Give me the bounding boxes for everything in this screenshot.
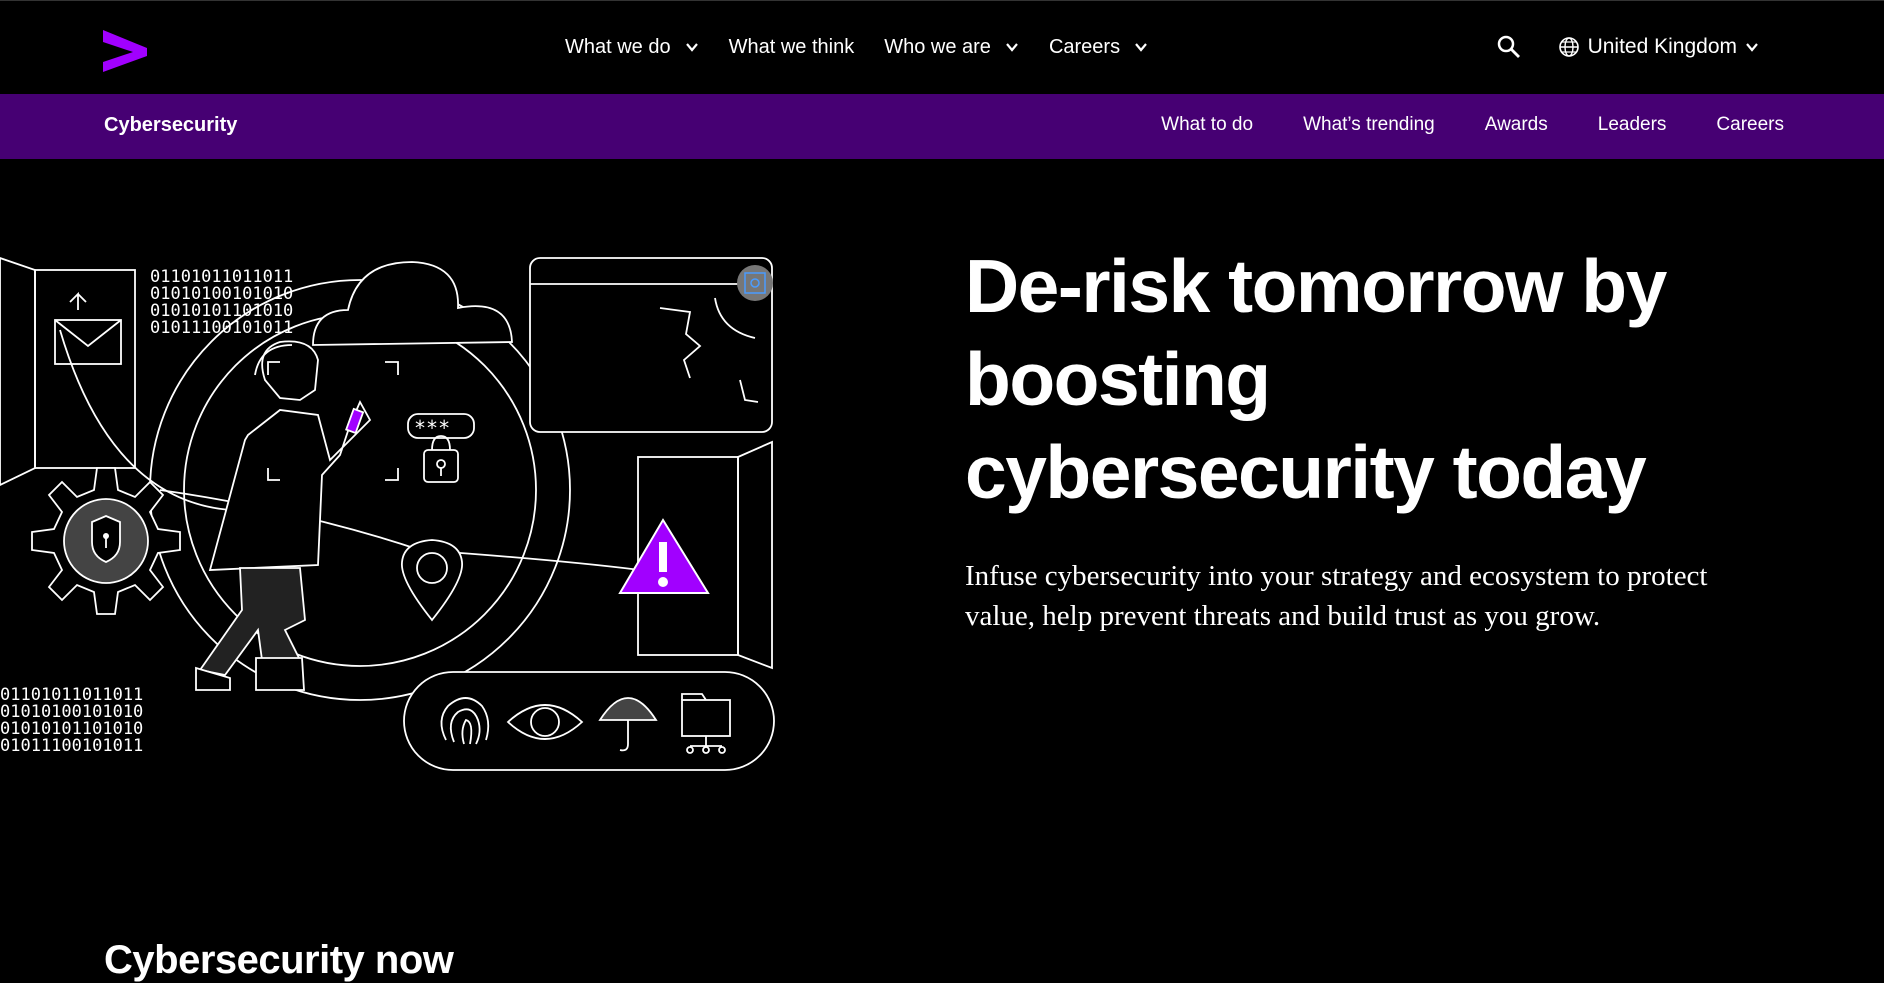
chevron-down-icon — [1135, 43, 1147, 52]
binary-code: 01101011011011 01010100101010 0101010110… — [150, 267, 293, 338]
nav-label: Careers — [1048, 35, 1121, 58]
location-pin-icon — [401, 539, 463, 622]
hero-subtitle: Infuse cybersecurity into your strategy … — [965, 560, 1708, 632]
subnav-links: What to do What’s trending Awards Leader… — [1111, 114, 1784, 136]
globe-icon — [1558, 37, 1579, 57]
nav-label: Who we are — [884, 35, 991, 58]
subnav-awards[interactable]: Awards — [1485, 114, 1548, 136]
chevron-down-icon — [685, 43, 698, 52]
nav-careers[interactable]: Careers — [1049, 36, 1148, 59]
section-subnav: Cybersecurity What to do What’s trending… — [0, 94, 1884, 159]
person-figure — [195, 340, 399, 691]
nav-what-we-do[interactable]: What we do — [565, 36, 699, 59]
search-icon[interactable] — [1496, 34, 1522, 60]
accenture-logo[interactable] — [103, 28, 147, 72]
subnav-careers[interactable]: Careers — [1716, 114, 1784, 136]
subnav-leaders[interactable]: Leaders — [1598, 114, 1667, 136]
binary-code: 01101011011011 01010100101010 0101010110… — [0, 685, 143, 756]
top-navigation: What we do What we think Who we are Care… — [0, 0, 1884, 94]
browser-window-icon — [529, 257, 773, 433]
subnav-whats-trending[interactable]: What’s trending — [1303, 114, 1435, 136]
hero-illustration: 01101011011011 01010100101010 0101010110… — [0, 257, 775, 771]
password-lock-icon: *** — [407, 413, 475, 483]
cloud-icon — [312, 261, 513, 346]
security-icons-bar — [403, 671, 775, 771]
nav-what-we-think[interactable]: What we think — [729, 36, 855, 59]
binary-line: 01011100101011 — [0, 736, 143, 756]
nav-label: What we think — [728, 35, 855, 58]
main-menu: What we do What we think Who we are Care… — [565, 31, 1178, 63]
chevron-down-icon — [1746, 43, 1758, 52]
nav-label: What we do — [565, 35, 671, 58]
subnav-what-to-do[interactable]: What to do — [1161, 114, 1253, 136]
nav-who-we-are[interactable]: Who we are — [884, 36, 1019, 59]
country-selector[interactable]: United Kingdom — [1558, 35, 1759, 59]
utility-nav: United Kingdom — [1496, 31, 1759, 63]
country-label: United Kingdom — [1587, 35, 1737, 58]
gear-shield-icon — [31, 467, 181, 615]
mail-door-icon — [0, 257, 136, 487]
network-line — [59, 329, 231, 511]
subnav-title[interactable]: Cybersecurity — [104, 114, 237, 137]
section-title: Cybersecurity now — [104, 938, 454, 982]
hero-title: De-risk tomorrow by boosting cybersecuri… — [965, 244, 1667, 514]
binary-line: 01011100101011 — [150, 318, 293, 338]
chevron-down-icon — [1006, 43, 1018, 52]
warning-icon — [618, 518, 710, 594]
